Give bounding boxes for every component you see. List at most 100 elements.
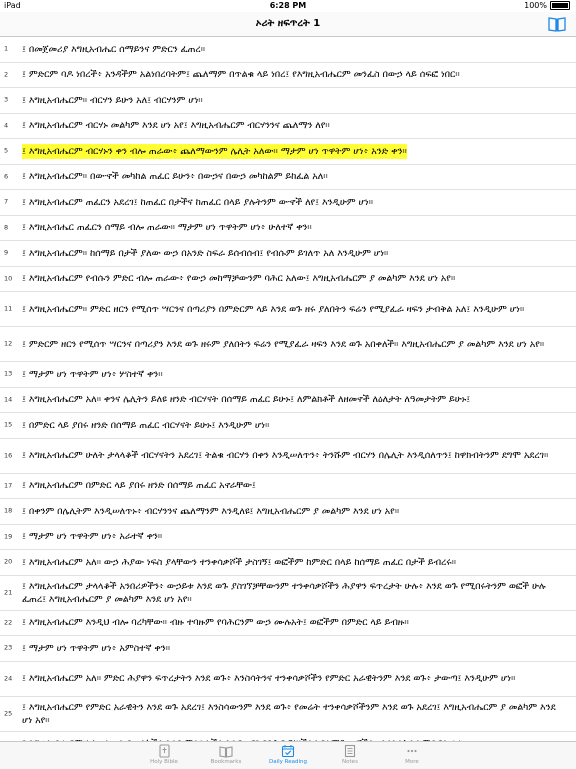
verse-text: ፤ እግዚአብሔርም አለ። ቀንና ሌሊትን ይለዩ ዘንድ ብርሃናት በሰ… [22,394,471,406]
verse-number: 8 [4,223,9,232]
verse-text: ፤ እግዚአብሔርም። ምድር ዘርን የሚሰጥ ሣርንና በጣሪያን በምድር… [22,303,525,315]
verse-row[interactable]: 22 ፤ እግዚአብሔርም እንዲህ ብሎ ባረካቸው። ብዙ ተባዙም የባሕር… [0,611,576,636]
verse-row[interactable]: 3 ፤ እግዚአብሔርም። ብርሃን ይሁን አለ፤ ብርሃንም ሆነ። [0,88,576,114]
verse-number: 9 [4,248,9,257]
verse-text: ፤ እግዚአብሔርም አለ። ውኃ ሕያው ነፍስ ያላቸውን ተንቀሳቃሾች … [22,556,456,568]
verse-row[interactable]: 16 ፤ እግዚአብሔርም ሁለት ታላላቆች ብርሃናትን አደረገ፤ ትልቁ … [0,439,576,474]
verse-number: 4 [4,121,9,130]
verse-text: ፤ ማታም ሆነ ጥዋትም ሆነ፥ አምስተኛ ቀን። [22,642,170,654]
verse-number: 6 [4,172,9,181]
verse-number: 16 [4,451,13,459]
verse-row[interactable]: 5 ፤ እግዚአብሔርም ብርሃኑን ቀን ብሎ ጠራው፥ ጨለማውንም ሌሊት … [0,139,576,165]
verse-row[interactable]: 13 ፤ ማታም ሆነ ጥዋትም ሆነ፥ ሦስተኛ ቀን። [0,362,576,388]
more-dots-icon [407,749,417,753]
verse-text: ፤ እግዚአብሔርም አለ። ምድር ሕያዋን ፍጥረታትን እንደ ወጉ፥ እ… [22,673,516,684]
verse-text: ፤ እግዚአብሔር ጠፈርን ሰማይ ብሎ ጠራው። ማታም ሆነ ጥዋትም ሆ… [22,222,312,234]
verse-number: 23 [4,643,13,652]
verse-row[interactable]: 24 ፤ እግዚአብሔርም አለ። ምድር ሕያዋን ፍጥረታትን እንደ ወጉ፥… [0,662,576,697]
notes-icon [344,744,356,758]
battery-icon [550,1,570,10]
verse-text: ፤ እግዚአብሔርም በምድር ላይ ያበሩ ዘንድ በሰማይ ጠፈር አኖራቸ… [22,480,256,492]
verse-row[interactable]: 1 ፤ በመጀመሪያ እግዚአብሔር ሰማይንና ምድርን ፈጠረ። [0,37,576,63]
verse-row[interactable]: 12 ፤ ምድርም ዘርን የሚሰጥ ሣርንና በጣሪያን እንደ ወጉ ዘሩም … [0,327,576,362]
verse-text: ፤ በቀንም በሌሊትም እንዲሠለጥኑ፥ ብርሃንንና ጨለማንም እንዲለዩ… [22,505,400,517]
verse-row[interactable]: 26፤ እግዚአብሔርም አለ። ሰውን በመልካችን እንደ ምሳሌአችን እ… [0,732,576,741]
tab-notes[interactable]: Notes [319,742,381,769]
verse-number: 10 [4,274,13,283]
verse-row[interactable]: 9 ፤ እግዚአብሔርም። ከሰማይ በታች ያለው ውኃ በአንድ ስፍራ ይሰ… [0,241,576,267]
verse-text: ፤ ማታም ሆነ ጥዋትም ሆነ፥ አራተኛ ቀን። [22,531,163,543]
verse-row[interactable]: 6 ፤ እግዚአብሔርም። በውኆች መካከል ጠፈር ይሁን፥ በውኃና በውኃ… [0,165,576,190]
verse-row[interactable]: 21 ፤ እግዚአብሔርም ታላላቆች አንበሪዎችን፥ ውኃይቱ እንደ ወጉ … [0,576,576,611]
verse-number: 22 [4,618,13,627]
tab-bar: Holy Bible Bookmarks Daily Reading Notes Mor… [0,741,576,769]
tab-holy-bible[interactable]: Holy Bible [133,742,195,769]
verse-number: 15 [4,420,13,429]
tab-label: Bookmarks [210,759,242,765]
status-time: 6:28 PM [269,1,307,10]
verse-text: ፤ ማታም ሆነ ጥዋትም ሆነ፥ ሦስተኛ ቀን። [22,368,163,380]
status-bar: iPad 6:28 PM 100% [0,0,576,12]
verse-row[interactable]: 20 ፤ እግዚአብሔርም አለ። ውኃ ሕያው ነፍስ ያላቸውን ተንቀሳቃሾ… [0,550,576,576]
verse-number: 14 [4,395,13,404]
battery-percent: 100% [524,1,547,10]
verse-row[interactable]: 14 ፤ እግዚአብሔርም አለ። ቀንና ሌሊትን ይለዩ ዘንድ ብርሃናት … [0,388,576,413]
verse-row[interactable]: 2 ፤ ምድርም ባዶ ነበረች፥ አንዳችም አልነበረባትም፤ ጨለማም በጥ… [0,63,576,88]
verse-number: 21 [4,588,13,596]
verse-row[interactable]: 15 ፤ በምድር ላይ ያበሩ ዘንድ በሰማይ ጠፈር ብርሃናት ይሁኑ፤ … [0,413,576,439]
verse-row[interactable]: 11 ፤ እግዚአብሔርም። ምድር ዘርን የሚሰጥ ሣርንና በጣሪያን በም… [0,292,576,327]
verse-row[interactable]: 10 ፤ እግዚአብሔርም የብሱን ምድር ብሎ ጠራው፥ የውኃ መከማቻውን… [0,267,576,292]
verse-number: 12 [4,339,13,348]
verse-row[interactable]: 18 ፤ በቀንም በሌሊትም እንዲሠለጥኑ፥ ብርሃንንና ጨለማንም እንዲ… [0,499,576,525]
verse-text: ፤ ምድርም ዘርን የሚሰጥ ሣርንና በጣሪያን እንደ ወጉ ዘሩም ያለ… [22,338,545,350]
verse-number: 1 [4,44,9,53]
verse-text: ፤ እግዚአብሔርም ብርሃኑ መልካም እንደ ሆነ አየ፤ እግዚአብሔርም… [22,120,330,132]
verse-text: ፤ እግዚአብሔርም። ከሰማይ በታች ያለው ውኃ በአንድ ስፍራ ይሰብ… [22,247,389,259]
verse-number: 7 [4,197,9,206]
highlighted-verse-text: ፤ እግዚአብሔርም ብርሃኑን ቀን ብሎ ጠራው፥ ጨለማውንም ሌሊት አ… [22,143,407,159]
verse-text: ፤ እግዚአብሔርም። በውኆች መካከል ጠፈር ይሁን፥ በውኃና በውኃ … [22,171,328,183]
verse-text: ፤ በምድር ላይ ያበሩ ዘንድ በሰማይ ጠፈር ብርሃናት ይሁኑ፤ እን… [22,419,270,431]
battery-indicator: 100% [524,0,570,12]
verse-text: ፤ እግዚአብሔርም የምድር አራዊትን እንደ ወጉ አደረገ፤ እንስሳው… [22,701,556,726]
verse-list[interactable]: 1 ፤ በመጀመሪያ እግዚአብሔር ሰማይንና ምድርን ፈጠረ። 2 ፤ ምድርም… [0,37,576,741]
verse-number: 3 [4,95,9,104]
verse-number: 20 [4,557,13,566]
verse-text: ፤ እግዚአብሔርም እንዲህ ብሎ ባረካቸው። ብዙ ተባዙም የባሕርንም… [22,617,409,629]
verse-row[interactable]: 4 ፤ እግዚአብሔርም ብርሃኑ መልካም እንደ ሆነ አየ፤ እግዚአብሔር… [0,114,576,139]
verse-number: 13 [4,369,13,378]
verse-row[interactable]: 19 ፤ ማታም ሆነ ጥዋትም ሆነ፥ አራተኛ ቀን። [0,525,576,550]
verse-number: 17 [4,481,13,490]
verse-text: ፤ እግዚአብሔርም የብሱን ምድር ብሎ ጠራው፥ የውኃ መከማቻውንም … [22,273,456,285]
tab-more[interactable]: More [381,742,443,769]
navigation-bar: ኦሪት ዘፍጥረት 1 [0,12,576,37]
verse-row[interactable]: 17 ፤ እግዚአብሔርም በምድር ላይ ያበሩ ዘንድ በሰማይ ጠፈር አኖ… [0,474,576,499]
bookmarks-icon [219,746,233,758]
tab-label: Notes [342,759,358,765]
verse-number: 18 [4,506,13,515]
verse-text: ፤ እግዚአብሔርም ጠፈርን አደረገ፤ ከጠፈር በታችና ከጠፈር በላይ… [22,196,374,208]
verse-number: 2 [4,70,9,79]
verse-text: ፤ ምድርም ባዶ ነበረች፥ አንዳችም አልነበረባትም፤ ጨለማም በጥል… [22,69,460,81]
book-open-icon[interactable] [548,16,566,32]
verse-row[interactable]: 23 ፤ ማታም ሆነ ጥዋትም ሆነ፥ አምስተኛ ቀን። [0,636,576,662]
verse-number: 11 [4,304,13,313]
verse-row[interactable]: 7 ፤ እግዚአብሔርም ጠፈርን አደረገ፤ ከጠፈር በታችና ከጠፈር በላ… [0,190,576,216]
verse-text: ፤ በመጀመሪያ እግዚአብሔር ሰማይንና ምድርን ፈጠረ። [22,43,206,55]
calendar-check-icon [281,745,295,758]
chapter-title[interactable]: ኦሪት ዘፍጥረት 1 [0,12,576,36]
tab-bookmarks[interactable]: Bookmarks [195,742,257,769]
bible-icon [159,744,170,758]
tab-label: Holy Bible [150,759,178,765]
tab-daily-reading[interactable]: Daily Reading [257,742,319,769]
verse-number: 25 [4,709,13,717]
tab-label: More [405,759,419,765]
verse-text: ፤ እግዚአብሔርም ታላላቆች አንበሪዎችን፥ ውኃይቱ እንደ ወጉ ያስ… [22,580,546,605]
verse-text: ፤ እግዚአብሔርም ሁለት ታላላቆች ብርሃናትን አደረገ፤ ትልቁ ብር… [22,450,549,461]
verse-number: 5 [4,146,9,155]
verse-row[interactable]: 8 ፤ እግዚአብሔር ጠፈርን ሰማይ ብሎ ጠራው። ማታም ሆነ ጥዋትም … [0,216,576,241]
verse-row[interactable]: 25 ፤ እግዚአብሔርም የምድር አራዊትን እንደ ወጉ አደረገ፤ እንስ… [0,697,576,732]
tab-label: Daily Reading [269,759,307,765]
verse-number: 24 [4,674,13,682]
verse-number: 19 [4,532,13,541]
